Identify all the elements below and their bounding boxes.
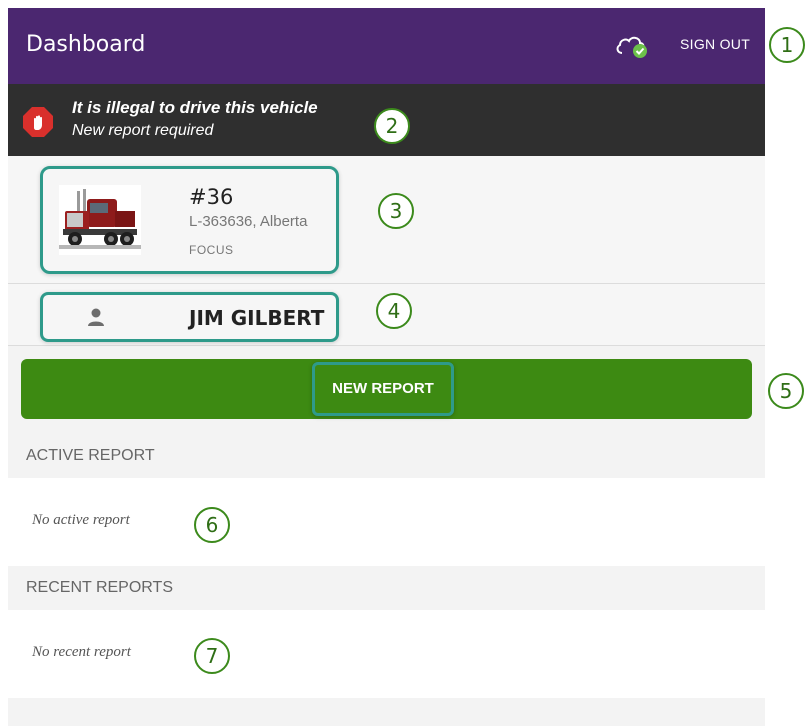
driver-name: JIM GILBERT: [189, 306, 325, 330]
person-icon: [88, 308, 104, 326]
truck-image: [59, 185, 141, 255]
callout-6: 6: [194, 507, 230, 543]
page-title: Dashboard: [26, 32, 146, 57]
callout-1: 1: [769, 27, 805, 63]
sign-out-button[interactable]: SIGN OUT: [680, 36, 750, 52]
vehicle-number: #36: [189, 185, 234, 209]
recent-reports-header: RECENT REPORTS: [8, 566, 765, 610]
recent-reports-heading: RECENT REPORTS: [26, 579, 173, 596]
new-report-label: NEW REPORT: [312, 362, 454, 416]
callout-2: 2: [374, 108, 410, 144]
stop-hand-icon: [23, 107, 53, 137]
active-report-list: No active report: [8, 478, 765, 566]
callout-3: 3: [378, 193, 414, 229]
vehicle-model: FOCUS: [189, 243, 234, 257]
active-report-empty: No active report: [32, 512, 130, 528]
recent-reports-list: No recent report: [8, 610, 765, 698]
warning-title: It is illegal to drive this vehicle: [72, 98, 318, 117]
callout-7: 7: [194, 638, 230, 674]
vehicle-plate: L-363636, Alberta: [189, 213, 308, 230]
new-report-button[interactable]: NEW REPORT: [21, 359, 752, 419]
driver-card[interactable]: JIM GILBERT: [40, 292, 339, 342]
vehicle-card[interactable]: #36 L-363636, Alberta FOCUS: [40, 166, 339, 274]
callout-5: 5: [768, 373, 804, 409]
app-header: Dashboard SIGN OUT: [8, 8, 765, 84]
warning-subtitle: New report required: [72, 122, 214, 139]
recent-reports-empty: No recent report: [32, 644, 131, 660]
active-report-heading: ACTIVE REPORT: [26, 447, 155, 464]
cloud-check-icon[interactable]: [614, 33, 650, 59]
active-report-header: ACTIVE REPORT: [8, 434, 765, 478]
callout-4: 4: [376, 293, 412, 329]
